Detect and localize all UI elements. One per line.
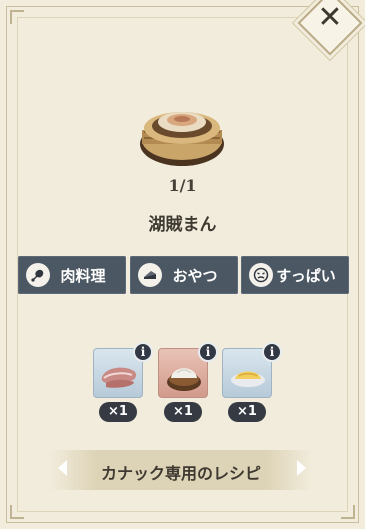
ingredient-quantity: ×1: [99, 402, 137, 422]
info-button[interactable]: i: [262, 342, 282, 362]
ingredient-flour[interactable]: i ×1: [158, 342, 218, 424]
dish-name: 湖賊まん: [148, 215, 217, 235]
recipe-detail-panel: ✕ 1/1 湖賊まん 肉料理 おやつ すっぱい i ×1 i ×1 i ×1 カ…: [0, 0, 365, 529]
tag-label: おやつ: [172, 266, 218, 285]
next-recipe-arrow-icon[interactable]: [297, 460, 306, 476]
frame-corner: [341, 505, 355, 519]
tag-label: すっぱい: [276, 266, 336, 285]
meat-icon: [26, 263, 50, 287]
ingredient-quantity: ×1: [164, 402, 202, 422]
steamed-bun-in-basket-icon: [140, 112, 224, 166]
dish-tags: 肉料理 おやつ すっぱい: [18, 256, 349, 294]
previous-recipe-arrow-icon[interactable]: [58, 460, 67, 476]
dish-count: 1/1: [168, 176, 197, 195]
ingredient-quantity: ×1: [228, 402, 266, 422]
tag-label: 肉料理: [60, 266, 106, 285]
sour-face-icon: [249, 263, 273, 287]
tag-snack: おやつ: [130, 256, 238, 294]
info-button[interactable]: i: [198, 342, 218, 362]
frame-corner: [10, 10, 24, 24]
cake-icon: [138, 263, 162, 287]
ingredient-omelette[interactable]: i ×1: [222, 342, 282, 424]
close-icon[interactable]: ✕: [313, 0, 347, 35]
tag-meat: 肉料理: [18, 256, 126, 294]
recipe-selector-label: カナック専用のレシピ: [100, 464, 261, 483]
ingredient-ham[interactable]: i ×1: [93, 342, 153, 424]
frame-corner: [10, 505, 24, 519]
info-button[interactable]: i: [133, 342, 153, 362]
tag-sour: すっぱい: [241, 256, 349, 294]
